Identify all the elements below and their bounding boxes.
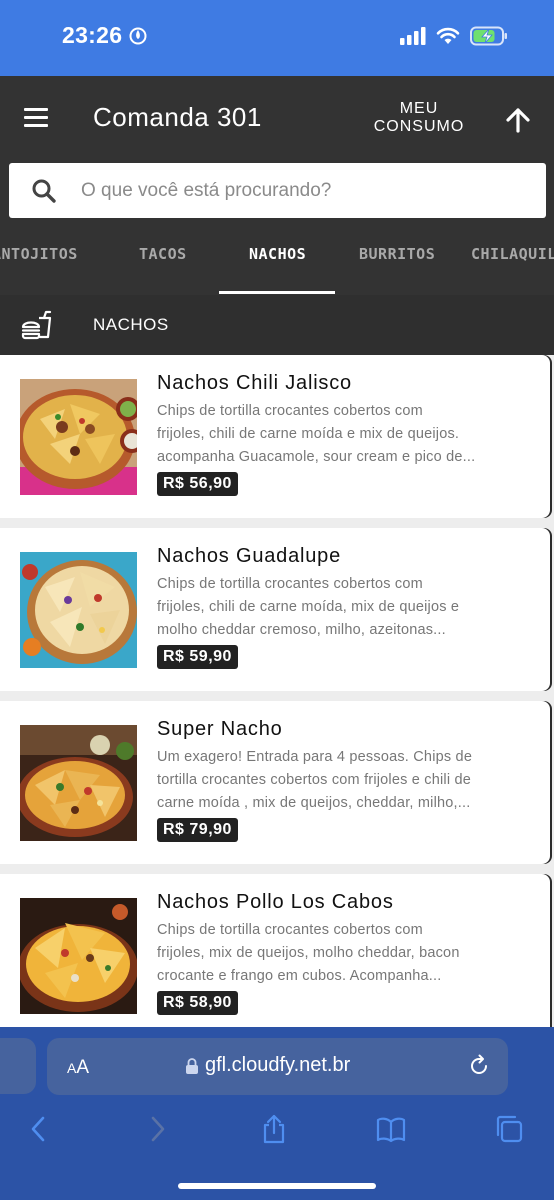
- cellular-signal-icon: [400, 27, 426, 45]
- desc-line: Um exagero! Entrada para 4 pessoas. Chip…: [157, 749, 473, 765]
- meu-consumo-line2: CONSUMO: [373, 118, 465, 135]
- item-name: Nachos Guadalupe: [157, 545, 342, 567]
- item-photo-nachos: [20, 379, 137, 495]
- browser-bar: AA gfl.cloudfy.net.br: [0, 1027, 554, 1200]
- tab-chilaquiles[interactable]: CHILAQUILES: [471, 245, 554, 263]
- search-icon: [32, 179, 56, 203]
- desc-line: frijoles, mix de queijos, molho cheddar,…: [157, 945, 460, 961]
- item-name: Nachos Chili Jalisco: [157, 372, 352, 394]
- search-area: [0, 163, 554, 227]
- bookmarks-icon[interactable]: [376, 1114, 406, 1144]
- search-box: [9, 163, 546, 218]
- tab-burritos[interactable]: BURRITOS: [359, 245, 435, 263]
- previous-tab-peek[interactable]: [0, 1038, 36, 1094]
- desc-line: Chips de tortilla crocantes cobertos com: [157, 403, 423, 419]
- item-description: Chips de tortilla crocantes cobertos com…: [157, 573, 529, 642]
- item-description: Um exagero! Entrada para 4 pessoas. Chip…: [157, 746, 529, 815]
- desc-line: acompanha Guacamole, sour cream e pico d…: [157, 449, 476, 465]
- desc-line: Chips de tortilla crocantes cobertos com: [157, 576, 423, 592]
- menu-item[interactable]: Nachos Pollo Los Cabos Chips de tortilla…: [0, 874, 550, 1027]
- reload-icon[interactable]: [467, 1054, 491, 1078]
- url-display: gfl.cloudfy.net.br: [185, 1054, 350, 1077]
- item-photo-nachos: [20, 725, 137, 841]
- back-icon[interactable]: [24, 1114, 54, 1144]
- tab-label: ANTOJITOS: [0, 245, 78, 263]
- desc-line: molho cheddar cremoso, milho, azeitonas.…: [157, 622, 446, 638]
- url-text: gfl.cloudfy.net.br: [205, 1054, 351, 1076]
- status-indicators: [400, 26, 508, 46]
- item-description: Chips de tortilla crocantes cobertos com…: [157, 919, 529, 988]
- section-title: NACHOS: [93, 315, 169, 334]
- search-input[interactable]: [81, 163, 531, 218]
- lock-icon: [186, 1057, 198, 1074]
- aa-small: A: [67, 1060, 77, 1076]
- meu-consumo-button[interactable]: MEU CONSUMO: [364, 100, 474, 136]
- tab-label: TACOS: [139, 245, 187, 263]
- focus-icon: [129, 27, 147, 45]
- menu-item[interactable]: Nachos Chili Jalisco Chips de tortilla c…: [0, 355, 550, 518]
- menu-item[interactable]: Super Nacho Um exagero! Entrada para 4 p…: [0, 701, 550, 864]
- hamburger-menu-icon[interactable]: [24, 108, 48, 128]
- desc-line: Chips de tortilla crocantes cobertos com: [157, 922, 423, 938]
- menu-item-list: Nachos Chili Jalisco Chips de tortilla c…: [0, 355, 554, 1027]
- status-bar: 23:26: [0, 0, 554, 76]
- menu-item[interactable]: Nachos Guadalupe Chips de tortilla croca…: [0, 528, 550, 691]
- meu-consumo-line1: MEU: [399, 100, 439, 117]
- desc-line: frijoles, chili de carne moída, mix de q…: [157, 599, 460, 615]
- price-badge: R$ 59,90: [157, 645, 238, 669]
- share-icon[interactable]: [259, 1114, 289, 1144]
- price-badge: R$ 79,90: [157, 818, 238, 842]
- category-tabs: ANTOJITOS TACOS NACHOS BURRITOS CHILAQUI…: [0, 227, 554, 295]
- time-text: 23:26: [62, 22, 123, 48]
- tab-tacos[interactable]: TACOS: [139, 245, 187, 263]
- aa-large: A: [76, 1057, 90, 1078]
- active-tab-indicator: [219, 291, 335, 294]
- address-bar[interactable]: AA gfl.cloudfy.net.br: [47, 1038, 508, 1095]
- wifi-icon: [436, 27, 460, 44]
- item-name: Super Nacho: [157, 718, 283, 740]
- section-header: NACHOS: [0, 295, 554, 355]
- desc-line: carne moída , mix de queijos, cheddar, m…: [157, 795, 471, 811]
- app-header: Comanda 301 MEU CONSUMO: [0, 76, 554, 163]
- desc-line: frijoles, chili de carne moída e mix de …: [157, 426, 460, 442]
- item-photo-nachos: [20, 898, 137, 1014]
- item-photo-nachos: [20, 552, 137, 668]
- fastfood-icon: [21, 310, 52, 340]
- home-indicator: [178, 1183, 376, 1189]
- tab-label: CHILAQUILES: [471, 245, 554, 263]
- price-badge: R$ 58,90: [157, 991, 238, 1015]
- status-time: 23:26: [62, 22, 147, 49]
- item-description: Chips de tortilla crocantes cobertos com…: [157, 400, 529, 469]
- forward-icon[interactable]: [142, 1114, 172, 1144]
- tab-antojitos[interactable]: ANTOJITOS: [0, 245, 78, 263]
- desc-line: crocante e frango em cubos. Acompanha...: [157, 968, 442, 984]
- arrow-up-icon[interactable]: [504, 106, 532, 134]
- tab-label: BURRITOS: [359, 245, 436, 263]
- item-name: Nachos Pollo Los Cabos: [157, 891, 394, 913]
- tab-nachos[interactable]: NACHOS: [249, 245, 306, 263]
- page-title: Comanda 301: [93, 102, 262, 132]
- tab-label: NACHOS: [249, 245, 307, 263]
- battery-charging-icon: [470, 26, 507, 46]
- reader-settings-button[interactable]: AA: [67, 1057, 89, 1079]
- tabs-icon[interactable]: [494, 1114, 524, 1144]
- price-badge: R$ 56,90: [157, 472, 238, 496]
- desc-line: tortilla crocantes cobertos com frijoles…: [157, 772, 472, 788]
